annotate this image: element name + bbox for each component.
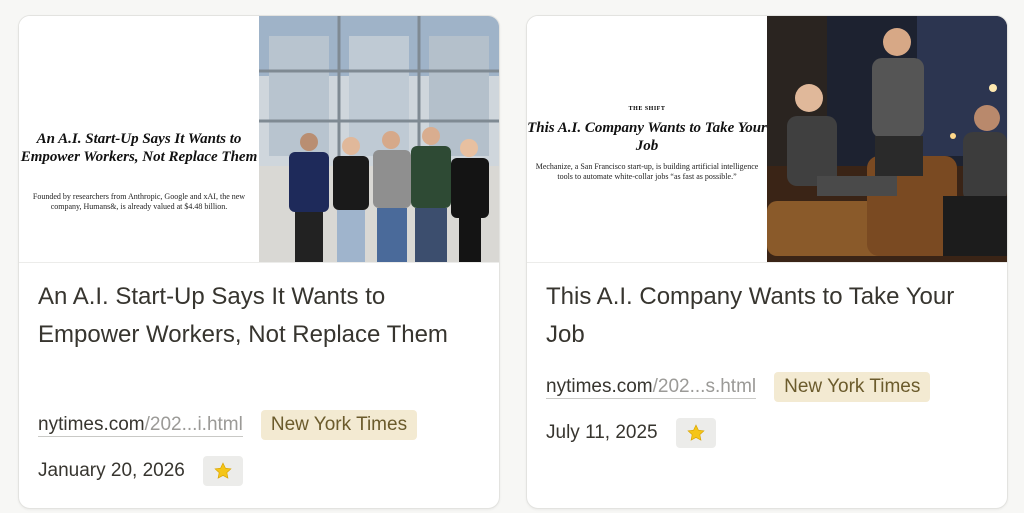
card-url-link[interactable]: nytimes.com/202...s.html (546, 375, 757, 399)
url-path: /202...i.html (144, 413, 243, 435)
card-title[interactable]: An A.I. Start-Up Says It Wants to Empowe… (38, 278, 478, 354)
card-thumbnail[interactable]: THE SHIFT This A.I. Company Wants to Tak… (527, 16, 1007, 263)
source-tag[interactable]: New York Times (774, 372, 931, 402)
preview-kicker: THE SHIFT (628, 106, 666, 112)
preview-headline: An A.I. Start-Up Says It Wants to Empowe… (20, 131, 258, 165)
article-photo (767, 16, 1007, 262)
card-date: July 11, 2025 (546, 422, 658, 443)
article-preview-text: An A.I. Start-Up Says It Wants to Empowe… (19, 16, 259, 262)
url-domain: nytimes.com (546, 375, 653, 397)
card-meta-row: nytimes.com/202...s.html New York Times (546, 372, 931, 402)
star-icon (686, 424, 705, 441)
card-date-row: July 11, 2025 (546, 417, 716, 449)
favorite-chip[interactable] (202, 456, 243, 486)
card-date: January 20, 2026 (38, 460, 185, 481)
card-url-link[interactable]: nytimes.com/202...i.html (38, 414, 243, 437)
card-date-row: January 20, 2026 (38, 455, 243, 487)
card-meta-row: nytimes.com/202...i.html New York Times (38, 410, 418, 440)
url-domain: nytimes.com (38, 413, 145, 435)
url-path: /202...s.html (652, 375, 757, 397)
card-title[interactable]: This A.I. Company Wants to Take Your Job (546, 278, 986, 354)
preview-summary: Founded by researchers from Anthropic, G… (32, 192, 246, 211)
source-tag[interactable]: New York Times (260, 410, 418, 440)
favorite-chip[interactable] (675, 418, 716, 448)
star-icon (214, 462, 232, 479)
preview-headline: This A.I. Company Wants to Take Your Job (527, 120, 767, 154)
article-preview-text: THE SHIFT This A.I. Company Wants to Tak… (527, 16, 767, 262)
card-thumbnail[interactable]: An A.I. Start-Up Says It Wants to Empowe… (19, 16, 499, 263)
bookmark-card[interactable]: An A.I. Start-Up Says It Wants to Empowe… (18, 15, 500, 509)
bookmark-card[interactable]: THE SHIFT This A.I. Company Wants to Tak… (526, 15, 1008, 509)
article-photo (259, 16, 499, 262)
preview-summary: Mechanize, a San Francisco start-up, is … (535, 162, 759, 181)
